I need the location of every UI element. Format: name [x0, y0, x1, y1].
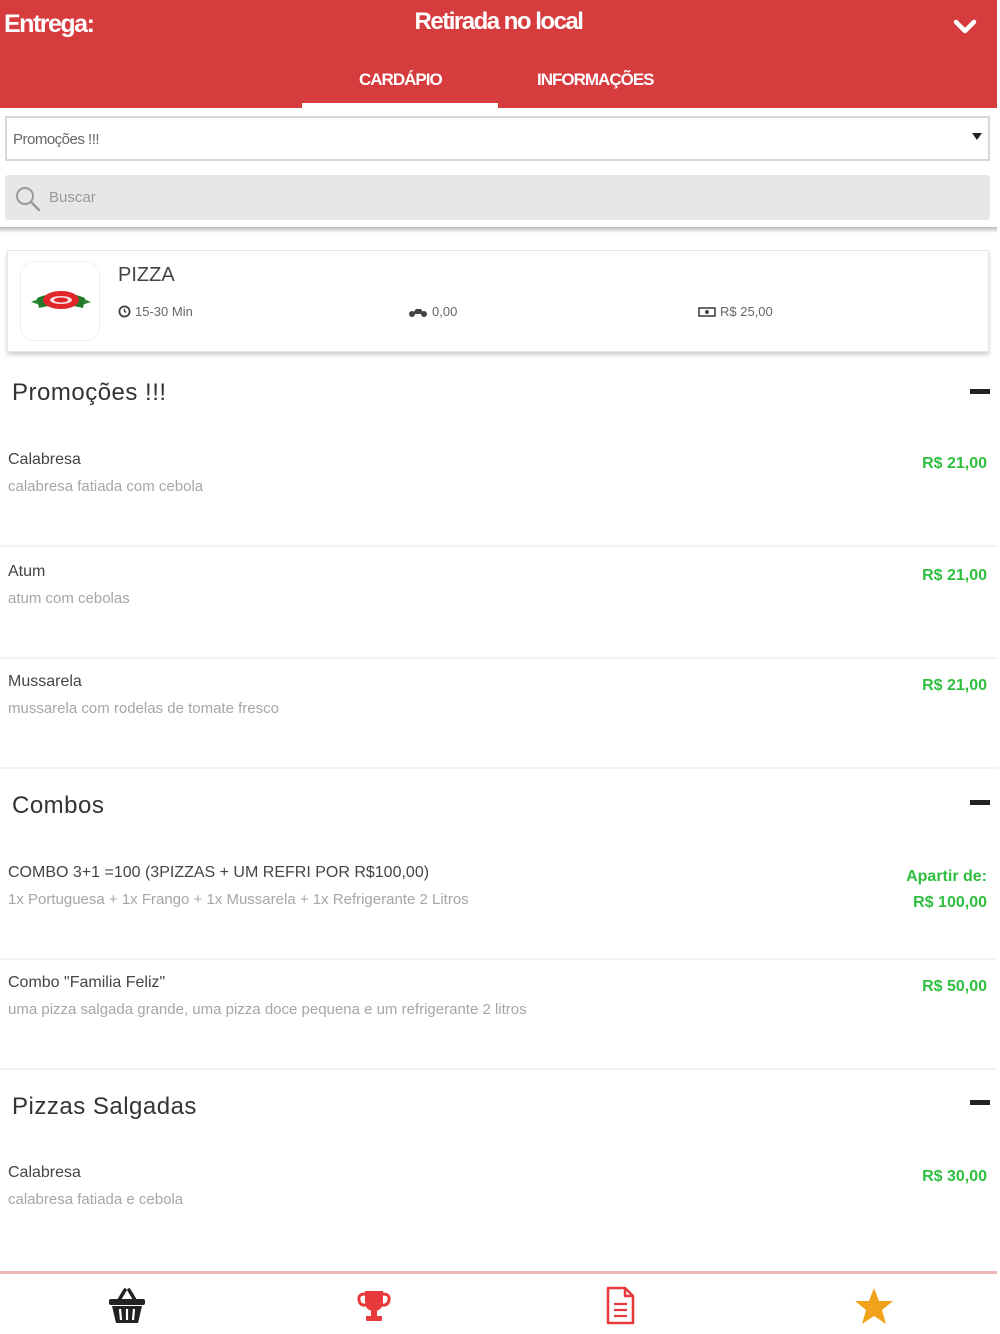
- menu-item[interactable]: Combo "Familia Feliz" uma pizza salgada …: [0, 974, 997, 1068]
- row-divider: [0, 657, 997, 659]
- row-divider: [0, 545, 997, 547]
- store-logo: [20, 261, 100, 341]
- row-divider: [0, 1068, 997, 1070]
- item-description: calabresa fatiada com cebola: [8, 478, 204, 495]
- collapse-icon[interactable]: [970, 1100, 990, 1105]
- store-name: PIZZA: [118, 264, 175, 286]
- collapse-icon[interactable]: [970, 389, 990, 394]
- caret-down-icon: [972, 133, 982, 140]
- section-title-pizzas-salgadas: Pizzas Salgadas: [12, 1093, 197, 1120]
- chevron-down-icon[interactable]: [950, 12, 980, 42]
- delivery-time-value: 15-30 Min: [135, 304, 193, 319]
- search-input[interactable]: [49, 183, 949, 211]
- menu-item[interactable]: Calabresa calabresa fatiada com cebola R…: [0, 451, 997, 545]
- item-name: Calabresa: [8, 451, 81, 468]
- row-divider: [0, 767, 997, 769]
- item-description: atum com cebolas: [8, 590, 130, 607]
- menu-item[interactable]: Atum atum com cebolas R$ 21,00: [0, 563, 997, 657]
- item-price: R$ 21,00: [922, 677, 987, 694]
- item-name: COMBO 3+1 =100 (3PIZZAS + UM REFRI POR R…: [8, 864, 430, 881]
- row-divider: [0, 958, 997, 960]
- category-select[interactable]: Promoções !!!: [5, 116, 990, 161]
- section-title-combos: Combos: [12, 792, 105, 819]
- item-description: mussarela com rodelas de tomate fresco: [8, 700, 279, 717]
- min-order: R$ 25,00: [698, 304, 773, 319]
- document-icon[interactable]: [598, 1284, 642, 1328]
- price-value: R$ 100,00: [913, 894, 987, 911]
- item-name: Mussarela: [8, 673, 82, 690]
- divider: [0, 227, 997, 233]
- collapse-icon[interactable]: [970, 800, 990, 805]
- store-card[interactable]: PIZZA 15-30 Min 0,00 R$ 25,00: [7, 250, 989, 352]
- trophy-icon[interactable]: [352, 1284, 396, 1328]
- item-price: R$ 21,00: [922, 455, 987, 472]
- money-icon: [698, 306, 716, 317]
- category-select-value: Promoções !!!: [13, 131, 100, 148]
- bottom-nav: [0, 1274, 997, 1334]
- item-price: R$ 50,00: [922, 978, 987, 995]
- clock-icon: [118, 305, 131, 318]
- item-name: Calabresa: [8, 1164, 81, 1181]
- basket-icon[interactable]: [105, 1284, 149, 1328]
- active-tab-indicator: [302, 103, 498, 108]
- motorcycle-icon: [409, 309, 427, 317]
- tab-informacoes[interactable]: INFORMAÇÕES: [537, 70, 654, 90]
- delivery-fee: 0,00: [408, 304, 457, 319]
- item-price: R$ 30,00: [922, 1168, 987, 1185]
- search-icon: [16, 187, 41, 212]
- item-description: 1x Portuguesa + 1x Frango + 1x Mussarela…: [8, 891, 469, 908]
- item-price: R$ 21,00: [922, 567, 987, 584]
- item-name: Atum: [8, 563, 46, 580]
- menu-item[interactable]: Mussarela mussarela com rodelas de tomat…: [0, 673, 997, 767]
- item-name: Combo "Familia Feliz": [8, 974, 166, 991]
- item-description: calabresa fatiada e cebola: [8, 1191, 184, 1208]
- app-header: Entrega: Retirada no local CARDÁPIO INFO…: [0, 0, 997, 108]
- star-icon[interactable]: [852, 1284, 896, 1328]
- tab-cardapio[interactable]: CARDÁPIO: [359, 70, 443, 90]
- section-title-promocoes: Promoções !!!: [12, 379, 167, 406]
- search-bar[interactable]: [5, 175, 990, 220]
- delivery-time: 15-30 Min: [118, 304, 193, 319]
- delivery-mode[interactable]: Retirada no local: [0, 8, 997, 36]
- item-price: Apartir de: R$ 100,00: [906, 864, 987, 916]
- menu-item[interactable]: COMBO 3+1 =100 (3PIZZAS + UM REFRI POR R…: [0, 864, 997, 958]
- price-prefix: Apartir de:: [906, 868, 987, 885]
- item-description: uma pizza salgada grande, uma pizza doce…: [8, 1001, 527, 1018]
- menu-item[interactable]: Calabresa calabresa fatiada e cebola R$ …: [0, 1164, 997, 1258]
- min-order-value: R$ 25,00: [720, 304, 773, 319]
- delivery-fee-value: 0,00: [432, 304, 458, 319]
